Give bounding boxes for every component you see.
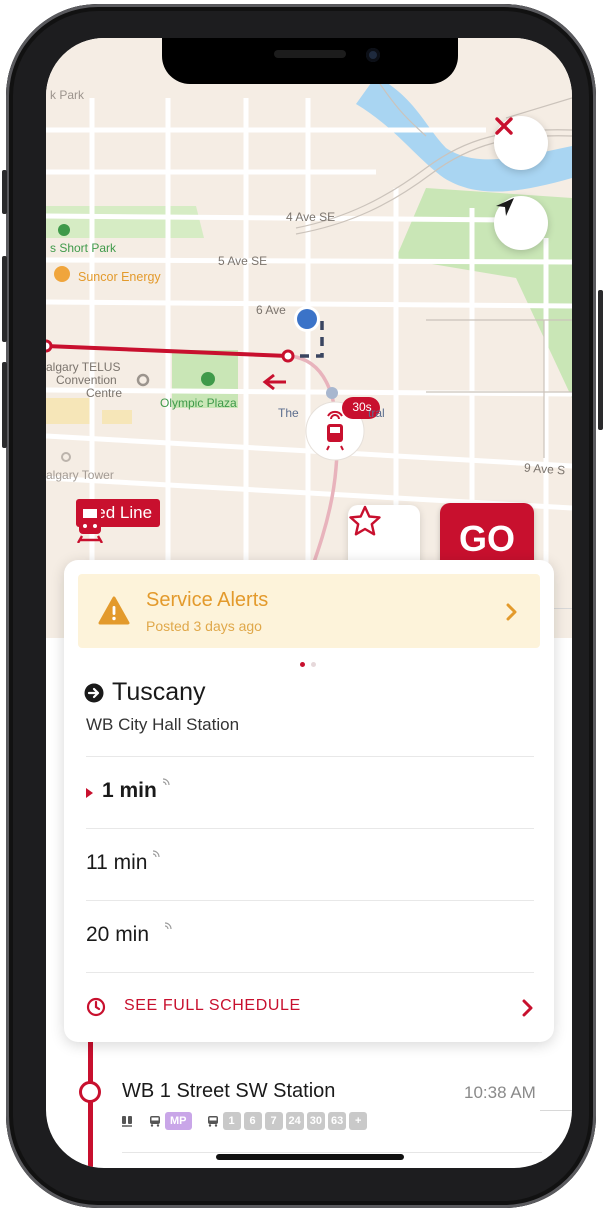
route-chip: 30	[306, 1112, 325, 1130]
destination-name: Tuscany	[112, 678, 206, 706]
route-chip: 63	[328, 1112, 347, 1130]
page-dot	[311, 662, 316, 667]
arrivals-card: Service Alerts Posted 3 days ago Tuscany…	[64, 560, 554, 1042]
arrival-row[interactable]: 1 min	[86, 756, 534, 829]
realtime-signal-icon	[162, 778, 170, 786]
list-separator	[122, 1152, 542, 1153]
arrival-row[interactable]: 11 min	[86, 828, 534, 901]
phone-frame: k Park 4 Ave SE s Short Park 5 Ave SE Su…	[0, 0, 605, 1213]
timeline-stop-marker	[79, 1081, 101, 1103]
service-alert-banner[interactable]: Service Alerts Posted 3 days ago	[78, 574, 540, 648]
realtime-signal-icon	[164, 922, 172, 930]
mute-switch	[2, 170, 7, 214]
route-chip: 7	[264, 1112, 283, 1130]
bus-small-icon-2	[207, 1116, 218, 1127]
realtime-signal-icon	[152, 850, 160, 858]
direction-circle-icon	[84, 683, 104, 702]
alert-title: Service Alerts	[146, 589, 269, 611]
chevron-right-icon	[522, 999, 533, 1017]
arrival-time: 20 min	[86, 923, 150, 946]
volume-down-button	[2, 362, 7, 448]
chevron-right-icon	[506, 603, 517, 621]
full-schedule-link[interactable]: SEE FULL SCHEDULE	[86, 972, 534, 1043]
page-indicator[interactable]	[300, 662, 316, 667]
arrival-row[interactable]: 20 min	[86, 900, 534, 973]
route-chip-more: +	[349, 1112, 368, 1130]
route-chip: 6	[243, 1112, 262, 1130]
front-camera	[366, 48, 380, 62]
warning-icon	[98, 596, 130, 625]
route-chip: 1	[222, 1112, 241, 1130]
notch	[162, 38, 458, 84]
next-stop-time: 10:38 AM	[464, 1083, 536, 1102]
next-arrival-indicator-icon	[86, 788, 93, 798]
arrival-time: 1 min	[102, 779, 157, 802]
app-screen: k Park 4 Ave SE s Short Park 5 Ave SE Su…	[46, 38, 572, 1168]
clock-icon	[86, 997, 106, 1017]
home-indicator[interactable]	[216, 1154, 404, 1160]
destination-header: Tuscany	[84, 678, 206, 707]
list-divider-right	[540, 1110, 572, 1111]
power-button	[598, 290, 603, 430]
full-schedule-label: SEE FULL SCHEDULE	[124, 997, 301, 1014]
volume-up-button	[2, 256, 7, 342]
train-small-icon	[122, 1116, 132, 1127]
bus-small-icon	[150, 1116, 160, 1127]
speaker-grille	[274, 50, 346, 58]
connection-chips: MP 1 6 7 24 30 63 +	[120, 1112, 368, 1130]
stop-name: WB City Hall Station	[86, 715, 240, 734]
route-chip-mp: MP	[165, 1112, 192, 1130]
page-dot-active	[300, 662, 305, 667]
route-chip: 24	[285, 1112, 304, 1130]
arrival-time: 11 min	[86, 851, 148, 874]
next-stop-name[interactable]: WB 1 Street SW Station	[122, 1080, 335, 1103]
alert-subtitle: Posted 3 days ago	[146, 618, 262, 634]
